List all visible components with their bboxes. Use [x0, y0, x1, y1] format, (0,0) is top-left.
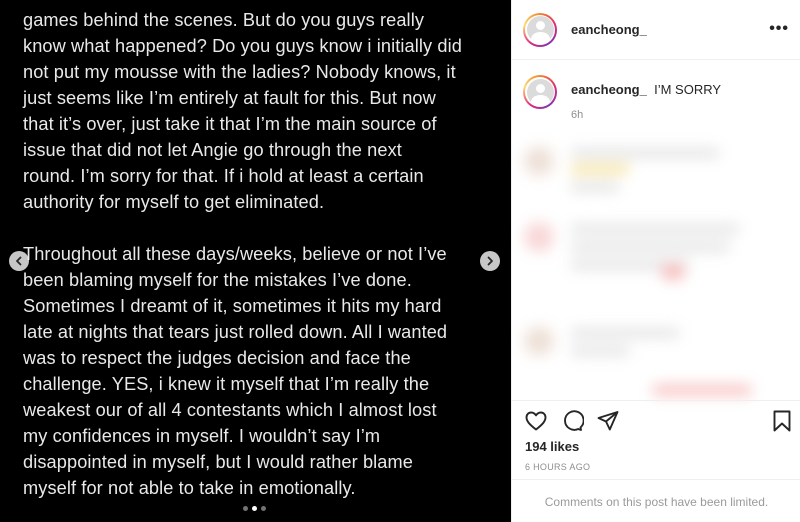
post-text-line: issue that did not let Angie go through … [23, 140, 402, 160]
post-image-viewer: games behind the scenes. But do you guys… [0, 0, 511, 522]
caption-username[interactable]: eancheong_ [571, 82, 647, 97]
carousel-dot [261, 506, 266, 511]
post-text-line: round. I’m sorry for that. If i hold at … [23, 166, 424, 186]
chevron-left-icon [16, 256, 22, 266]
post-timestamp[interactable]: 6 HOURS AGO [525, 462, 590, 472]
carousel-indicator [243, 506, 266, 511]
likes-count[interactable]: 194 likes [525, 439, 579, 454]
post-side-panel: eancheong_ ••• eancheong_ I’M SORRY 6h 1… [511, 0, 800, 522]
comments-limited-notice: Comments on this post have been limited. [512, 479, 800, 522]
post-text-line: late at nights that tears just rolled do… [23, 322, 448, 342]
header-username[interactable]: eancheong_ [571, 22, 647, 37]
post-text-line: been blaming myself for the mistakes I’v… [23, 270, 412, 290]
more-horizontal-icon[interactable]: ••• [769, 20, 789, 38]
save-button[interactable] [770, 409, 794, 433]
heart-icon [525, 411, 547, 431]
default-avatar-icon [526, 78, 554, 106]
caption-time: 6h [571, 109, 584, 121]
post-actions: 194 likes 6 HOURS AGO Comments on this p… [512, 400, 800, 522]
post-image-text: games behind the scenes. But do you guys… [23, 7, 493, 501]
paragraph-1: games behind the scenes. But do you guys… [23, 7, 493, 215]
post-text-line: not put my mousse with the ladies? Nobod… [23, 62, 456, 82]
blurred-comments [512, 130, 800, 400]
caption-avatar[interactable] [523, 75, 557, 109]
post-text-line: was to respect the judges decision and f… [23, 348, 411, 368]
post-text-line: Sometimes I dreamt of it, sometimes it h… [23, 296, 442, 316]
comment-button[interactable] [560, 409, 585, 433]
next-image-button[interactable] [480, 251, 500, 271]
carousel-dot [252, 506, 257, 511]
paragraph-2: Throughout all these days/weeks, believe… [23, 241, 493, 501]
like-button[interactable] [524, 409, 548, 433]
comment-icon [564, 410, 585, 431]
default-avatar-icon [526, 16, 554, 43]
previous-image-button[interactable] [9, 251, 29, 271]
caption-text: I’M SORRY [654, 82, 722, 97]
post-text-line: just seems like I’m entirely at fault fo… [23, 88, 436, 108]
post-text-line: authority for myself to get eliminated. [23, 192, 325, 212]
avatar[interactable] [523, 12, 557, 47]
carousel-dot [243, 506, 248, 511]
post-text-line: that it’s over, just take it that I’m th… [23, 114, 437, 134]
caption: eancheong_ I’M SORRY 6h [571, 82, 721, 121]
bookmark-icon [773, 410, 791, 432]
post-text-line: disappointed in myself, but I would rath… [23, 452, 413, 472]
share-button[interactable] [596, 409, 620, 433]
post-text-line: challenge. YES, i knew it myself that I’… [23, 374, 430, 394]
post-header: eancheong_ ••• [512, 0, 800, 60]
post-text-line: know what happened? Do you guys know i i… [23, 36, 462, 56]
post-text-line: myself for not able to take in emotional… [23, 478, 356, 498]
caption-row: eancheong_ I’M SORRY 6h [523, 75, 721, 121]
post-text-line: my confidences in myself. I wouldn’t say… [23, 426, 381, 446]
post-text-line: weakest our of all 4 contestants which I… [23, 400, 437, 420]
share-icon [597, 411, 619, 431]
chevron-right-icon [487, 256, 493, 266]
post-text-line: Throughout all these days/weeks, believe… [23, 244, 447, 264]
post-text-line: games behind the scenes. But do you guys… [23, 10, 425, 30]
